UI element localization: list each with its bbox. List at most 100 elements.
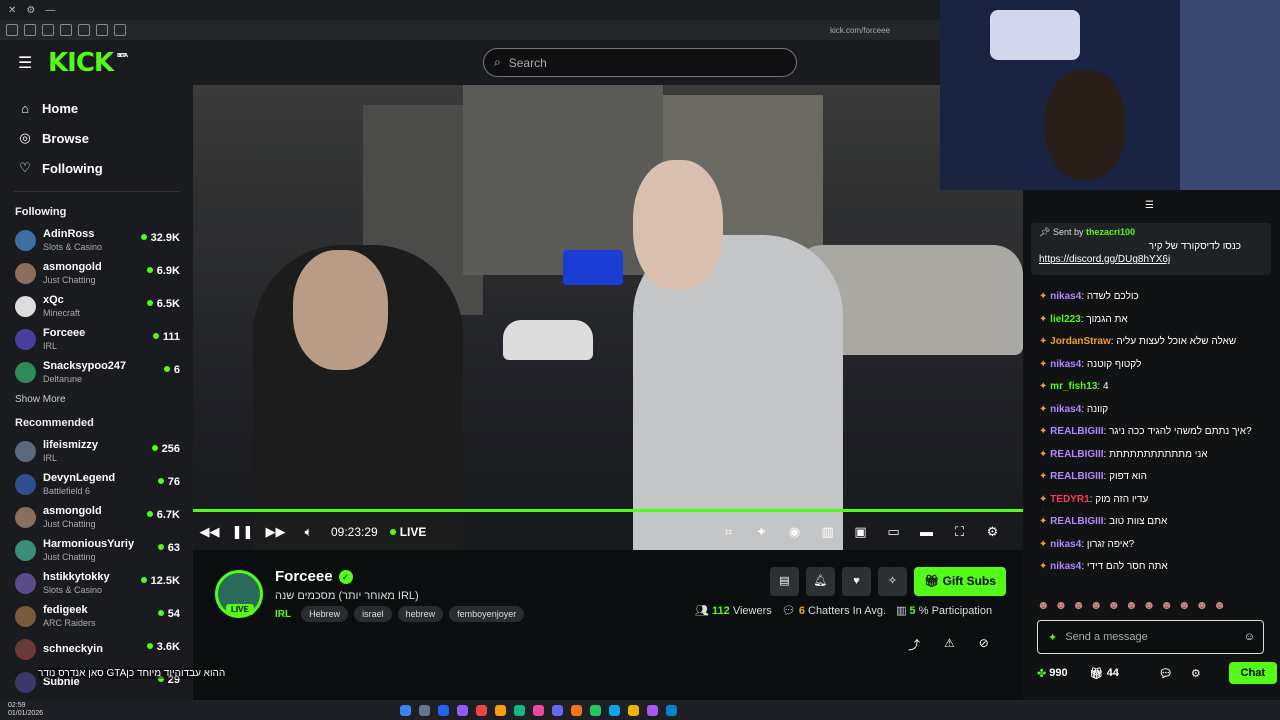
fullscreen-icon[interactable]: ⛶ bbox=[943, 524, 976, 540]
app-icon[interactable] bbox=[552, 704, 563, 716]
app-icon[interactable] bbox=[419, 704, 430, 716]
settings-icon[interactable]: ⚙ bbox=[1191, 667, 1201, 680]
gift-subs-button[interactable]: 🎁︎ Gift Subs bbox=[914, 567, 1006, 596]
pinned-link[interactable]: https://discord.gg/DUg8hYX6j bbox=[1039, 254, 1263, 265]
shield-icon[interactable] bbox=[24, 24, 36, 36]
chat-username[interactable]: TEDYR1 bbox=[1050, 494, 1089, 505]
sparkle-icon[interactable]: ✦ bbox=[745, 524, 778, 540]
calendar-icon[interactable]: ▤ bbox=[770, 567, 799, 596]
channel-name[interactable]: Forceee bbox=[275, 568, 333, 585]
cast-icon[interactable]: ▭ bbox=[877, 524, 910, 540]
sidebar-channel[interactable]: Forceee IRL 111 bbox=[0, 323, 193, 356]
tag[interactable]: hebrew bbox=[397, 606, 444, 622]
collapse-chat-icon[interactable]: ☰ bbox=[1145, 200, 1154, 211]
report-icon[interactable]: ⚠ bbox=[944, 636, 955, 653]
sidebar-channel[interactable]: HarmoniousYuriy Just Chatting 63 bbox=[0, 534, 193, 567]
points-count[interactable]: 990 bbox=[1049, 667, 1067, 679]
chat-username[interactable]: nikas4 bbox=[1050, 561, 1081, 572]
stats-icon[interactable]: ▥ bbox=[811, 524, 844, 540]
tools-icon[interactable] bbox=[42, 24, 54, 36]
music-icon[interactable] bbox=[96, 24, 108, 36]
follow-heart-icon[interactable]: ♥ bbox=[842, 567, 871, 596]
clock[interactable]: 02:59 01/01/2026 bbox=[8, 702, 43, 718]
hamburger-menu-icon[interactable]: ☰ bbox=[18, 53, 34, 73]
show-more-button[interactable]: Show More bbox=[0, 389, 193, 411]
app-icon[interactable] bbox=[400, 704, 411, 716]
speed-icon[interactable]: ◉ bbox=[778, 524, 811, 540]
chat-bubble-icon[interactable]: 💬︎ bbox=[1159, 667, 1173, 680]
nav-browse[interactable]: ◎ Browse bbox=[0, 123, 193, 153]
app-icon[interactable] bbox=[457, 704, 468, 716]
chat-username[interactable]: JordanStraw bbox=[1050, 336, 1111, 347]
bell-icon[interactable]: 🔔︎ bbox=[806, 567, 835, 596]
chat-send-button[interactable]: Chat bbox=[1228, 662, 1277, 684]
chat-username[interactable]: nikas4 bbox=[1050, 539, 1081, 550]
search-input[interactable]: ⌕ Search bbox=[483, 48, 797, 77]
app-icon[interactable] bbox=[647, 704, 658, 716]
chat-input[interactable]: ✦ Send a message ☺ bbox=[1037, 620, 1264, 654]
app-icon[interactable] bbox=[628, 704, 639, 716]
app-icon[interactable] bbox=[438, 704, 449, 716]
app-icon[interactable] bbox=[533, 704, 544, 716]
volume-icon[interactable]: 🔈︎ bbox=[292, 524, 325, 540]
app-icon[interactable] bbox=[495, 704, 506, 716]
pause-icon[interactable]: ❚❚ bbox=[226, 524, 259, 540]
settings-icon[interactable]: ⚙ bbox=[26, 5, 35, 16]
app-icon[interactable] bbox=[571, 704, 582, 716]
close-icon[interactable]: ✕ bbox=[8, 5, 16, 16]
live-indicator[interactable]: LIVE bbox=[390, 525, 427, 539]
clip-icon[interactable]: ⌗ bbox=[712, 524, 745, 540]
nav-following[interactable]: ♡ Following bbox=[0, 153, 193, 183]
video-player[interactable]: ◀◀ ❚❚ ▶▶ 🔈︎ 09:23:29 LIVE ⌗ ✦ ◉ ▥ ▣ ▭ ▬ … bbox=[193, 85, 1023, 550]
chat-username[interactable]: mr_fish13 bbox=[1050, 381, 1097, 392]
minimize-icon[interactable]: — bbox=[45, 5, 55, 16]
sparkle-icon[interactable]: ✦ bbox=[1048, 631, 1057, 644]
sidebar-channel[interactable]: Snacksypoo247 Deltarune 6 bbox=[0, 356, 193, 389]
nav-home[interactable]: ⌂ Home bbox=[0, 93, 193, 123]
rewind-icon[interactable]: ◀◀ bbox=[193, 524, 226, 540]
chat-username[interactable]: nikas4 bbox=[1050, 404, 1081, 415]
tabs-icon[interactable] bbox=[60, 24, 72, 36]
sidebar-channel[interactable]: lifeismizzy IRL 256 bbox=[0, 435, 193, 468]
app-icon[interactable] bbox=[666, 704, 677, 716]
chat-username[interactable]: nikas4 bbox=[1050, 359, 1081, 370]
chat-username[interactable]: liel223 bbox=[1050, 314, 1081, 325]
tag[interactable]: Hebrew bbox=[301, 606, 349, 622]
chat-username[interactable]: REALBIGIII bbox=[1050, 449, 1103, 460]
settings-icon[interactable]: ⚙ bbox=[976, 524, 1009, 540]
chat-username[interactable]: REALBIGIII bbox=[1050, 471, 1103, 482]
sidebar-channel[interactable]: schneckyin 3.6K bbox=[0, 633, 193, 666]
gift-count[interactable]: 44 bbox=[1107, 667, 1119, 679]
sparkle-icon[interactable]: ✧ bbox=[878, 567, 907, 596]
pinned-message[interactable]: 📌︎ Sent by thezacri100 כנסו לדיסקורד של … bbox=[1031, 223, 1271, 275]
sidebar-channel[interactable]: xQc Minecraft 6.5K bbox=[0, 290, 193, 323]
pip-icon[interactable]: ▣ bbox=[844, 524, 877, 540]
history-icon[interactable] bbox=[78, 24, 90, 36]
sidebar-channel[interactable]: asmongold Just Chatting 6.9K bbox=[0, 257, 193, 290]
chat-username[interactable]: REALBIGIII bbox=[1050, 516, 1103, 527]
kick-logo[interactable]: KICK BETA bbox=[48, 48, 128, 78]
emote-bar[interactable]: ☻☻☻☻☻☻☻☻☻☻☻ bbox=[1037, 598, 1231, 612]
forward-icon[interactable]: ▶▶ bbox=[259, 524, 292, 540]
pinned-by-user[interactable]: thezacri100 bbox=[1086, 227, 1135, 237]
share-icon[interactable]: ⤴ bbox=[908, 636, 920, 653]
sidebar-channel[interactable]: asmongold Just Chatting 6.7K bbox=[0, 501, 193, 534]
progress-bar[interactable] bbox=[193, 509, 1023, 512]
app-icon[interactable] bbox=[514, 704, 525, 716]
tag[interactable]: israel bbox=[354, 606, 392, 622]
extensions-icon[interactable] bbox=[114, 24, 126, 36]
emoji-icon[interactable]: ☺ bbox=[1244, 631, 1255, 643]
sidebar-channel[interactable]: hstikkytokky Slots & Casino 12.5K bbox=[0, 567, 193, 600]
chat-username[interactable]: nikas4 bbox=[1050, 291, 1081, 302]
menu-icon[interactable] bbox=[6, 24, 18, 36]
category-link[interactable]: IRL bbox=[275, 609, 291, 620]
chat-username[interactable]: REALBIGIII bbox=[1050, 426, 1103, 437]
address-bar[interactable]: kick.com/forceee bbox=[830, 26, 890, 35]
hide-icon[interactable]: ⊘ bbox=[979, 636, 989, 653]
app-icon[interactable] bbox=[609, 704, 620, 716]
theater-icon[interactable]: ▬ bbox=[910, 524, 943, 540]
app-icon[interactable] bbox=[476, 704, 487, 716]
tag[interactable]: femboyenjoyer bbox=[449, 606, 525, 622]
sidebar-channel[interactable]: DevynLegend Battlefield 6 76 bbox=[0, 468, 193, 501]
app-icon[interactable] bbox=[590, 704, 601, 716]
